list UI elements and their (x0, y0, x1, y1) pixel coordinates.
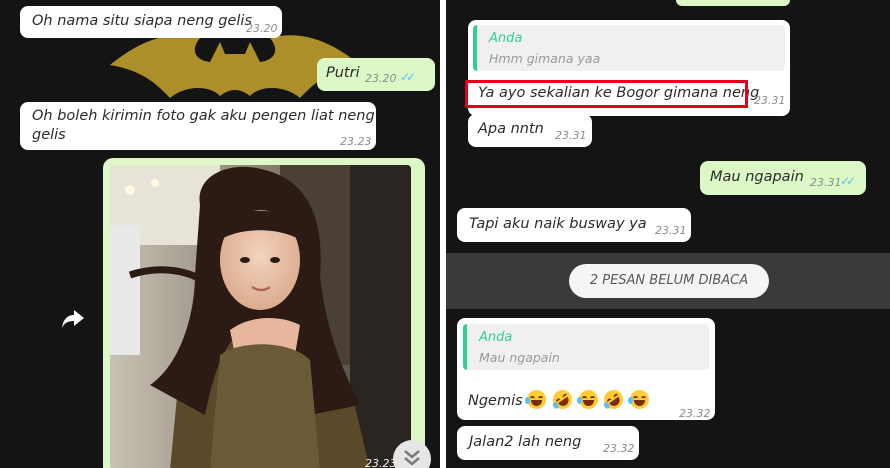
quote-text: Hmm gimana yaa (489, 51, 601, 66)
message-time: 23.31 (810, 176, 842, 189)
message-time: 23.31 (754, 94, 786, 107)
share-icon[interactable] (62, 310, 84, 332)
message-text: Oh nama situ siapa neng gelis (32, 13, 252, 29)
quote-author: Anda (479, 330, 513, 345)
message-bubble-outgoing[interactable]: Putri 23.20 ✓✓ (317, 58, 435, 91)
quote-text: Mau ngapain (479, 350, 560, 365)
message-text: Mau ngapain (710, 169, 804, 185)
message-time: 23.32 (679, 407, 711, 420)
reply-message-bubble[interactable]: Anda Mau ngapain Ngemis 23.32 (457, 318, 715, 420)
message-text-with-emoji: Ngemis (468, 386, 651, 413)
read-receipt-icon: ✓✓ (840, 174, 856, 188)
unread-count-label: 2 PESAN BELUM DIBACA (569, 264, 769, 298)
photo-image[interactable]: 23.23 (110, 165, 411, 468)
message-time: 23.20 (365, 72, 397, 85)
message-text: Jalan2 lah neng (469, 434, 582, 450)
quoted-message[interactable]: Anda Hmm gimana yaa (473, 25, 785, 71)
rolling-laughing-emoji-icon (549, 386, 576, 413)
unread-messages-banner: 2 PESAN BELUM DIBACA (446, 253, 890, 309)
message-text: Putri (326, 65, 360, 81)
rolling-laughing-emoji-icon (600, 386, 627, 413)
message-time: 23.32 (603, 442, 635, 455)
message-time: 23.23 (340, 135, 372, 148)
chevron-double-down-icon (404, 450, 420, 466)
message-bubble-incoming[interactable]: Apa nntn 23.31 (468, 114, 592, 147)
message-bubble-incoming[interactable]: Jalan2 lah neng 23.32 (457, 426, 639, 460)
message-bubble-incoming[interactable]: Oh boleh kirimin foto gak aku pengen lia… (20, 102, 376, 150)
message-bubble-outgoing-partial (676, 0, 790, 6)
message-time: 23.20 (246, 22, 278, 35)
message-text: Apa nntn (478, 121, 544, 137)
chat-panel-right: Anda Hmm gimana yaa Ya ayo sekalian ke B… (446, 0, 890, 468)
photo-time: 23.23 (365, 457, 397, 468)
message-text: Tapi aku naik busway ya (469, 216, 647, 232)
message-bubble-incoming[interactable]: Tapi aku naik busway ya 23.31 (457, 208, 691, 242)
scroll-down-button[interactable] (393, 440, 431, 468)
laughing-emoji-icon (627, 390, 649, 409)
chat-panel-left: Oh nama situ siapa neng gelis 23.20 Putr… (0, 0, 440, 468)
laughing-emoji-icon (525, 390, 547, 409)
highlight-annotation (465, 80, 748, 108)
message-bubble-outgoing[interactable]: Mau ngapain 23.31 ✓✓ (700, 161, 866, 195)
message-time: 23.31 (655, 224, 687, 237)
laughing-emoji-icon (576, 390, 598, 409)
message-text: Ngemis (468, 393, 523, 409)
message-time: 23.31 (555, 129, 587, 142)
message-text-line2: gelis (32, 127, 66, 143)
message-text-line1: Oh boleh kirimin foto gak aku pengen lia… (32, 108, 375, 124)
photo-message[interactable]: 23.23 (103, 158, 425, 468)
read-receipt-icon: ✓✓ (400, 70, 416, 84)
quote-author: Anda (489, 31, 523, 46)
message-bubble-incoming[interactable]: Oh nama situ siapa neng gelis 23.20 (20, 6, 282, 38)
quoted-message[interactable]: Anda Mau ngapain (463, 324, 709, 370)
